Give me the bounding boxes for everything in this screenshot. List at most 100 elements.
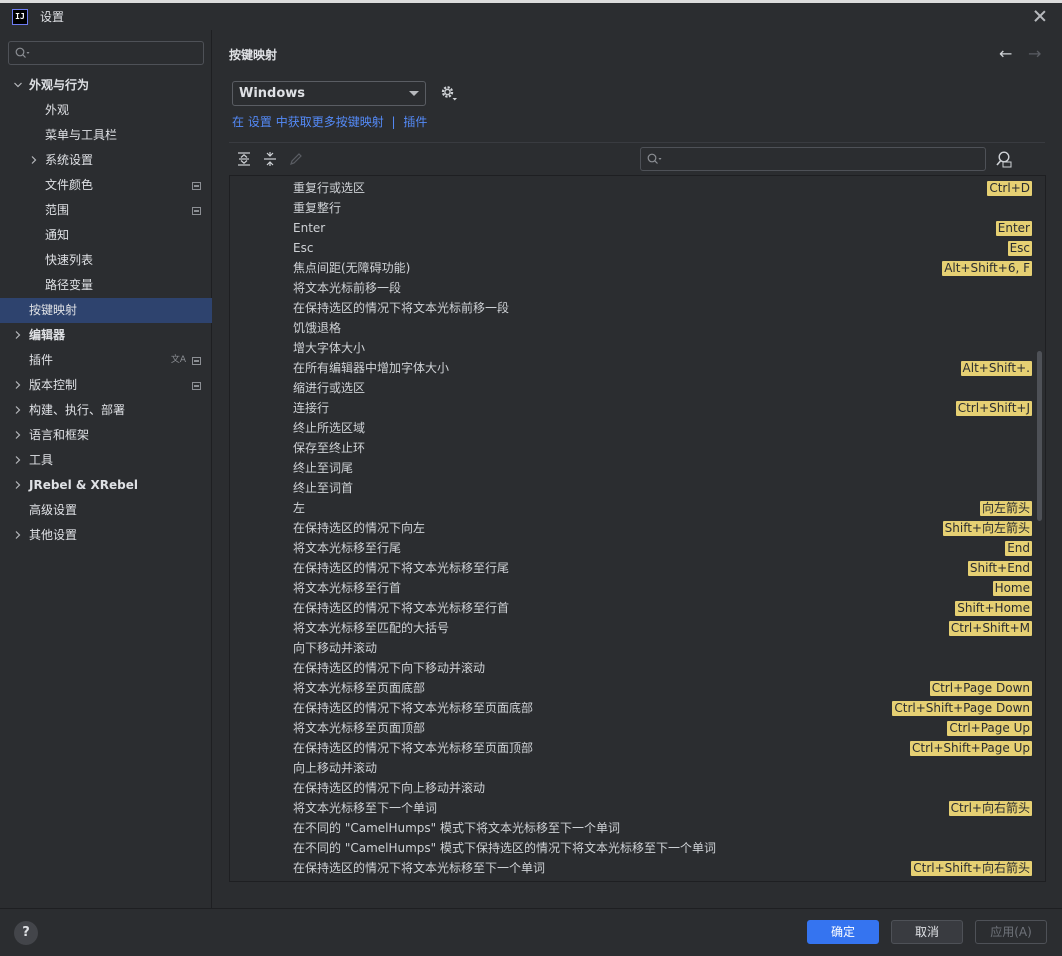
keymap-dropdown[interactable]: Windows [232,81,426,106]
expand-all-icon[interactable] [236,151,252,167]
collapse-all-icon[interactable] [262,151,278,167]
action-row[interactable]: 在保持选区的情况下向左 Shift+向左箭头 [230,518,1045,538]
sidebar-item[interactable]: 文件颜色 [0,173,212,198]
action-row[interactable]: Esc Esc [230,238,1045,258]
action-row[interactable]: 终止所选区域 [230,418,1045,438]
chevron-right-icon[interactable] [14,531,22,539]
gear-icon[interactable] [440,84,458,102]
sidebar-item[interactable]: 工具 [0,448,212,473]
action-row[interactable]: 重复行或选区 Ctrl+D [230,178,1045,198]
action-row[interactable]: 在所有编辑器中增加字体大小 Alt+Shift+. [230,358,1045,378]
chevron-right-icon[interactable] [30,156,38,164]
action-row[interactable]: 在保持选区的情况下向下移动并滚动 [230,658,1045,678]
chevron-right-icon[interactable] [14,406,22,414]
action-row[interactable]: 连接行 Ctrl+Shift+J [230,398,1045,418]
action-row[interactable]: 将文本光标移至行尾 End [230,538,1045,558]
action-row[interactable]: 增大字体大小 [230,338,1045,358]
apply-button[interactable]: 应用(A) [975,920,1047,944]
action-label: 在保持选区的情况下将文本光标移至页面底部 [293,701,534,715]
window-title: 设置 [40,10,65,24]
action-row[interactable]: Enter Enter [230,218,1045,238]
action-row[interactable]: 焦点间距(无障碍功能) Alt+Shift+6, F [230,258,1045,278]
action-row[interactable]: 将文本光标移至下一个单词 Ctrl+向右箭头 [230,798,1045,818]
action-label: 连接行 [293,401,330,415]
action-label: 终止至词首 [293,481,354,495]
sidebar-item-label: 路径变量 [45,278,94,292]
action-label: Enter [293,221,326,235]
sidebar-item-label: 工具 [29,453,54,467]
action-row[interactable]: 在保持选区的情况下将文本光标移至页面顶部 Ctrl+Shift+Page Up [230,738,1045,758]
sidebar-item[interactable]: 高级设置 [0,498,212,523]
sidebar-item-label: 菜单与工具栏 [45,128,118,142]
chevron-down-icon [409,91,419,96]
action-row[interactable]: 终止至词尾 [230,458,1045,478]
action-row[interactable]: 保存至终止环 [230,438,1045,458]
sidebar-item[interactable]: 插件 文A [0,348,212,373]
action-row[interactable]: 向上移动并滚动 [230,758,1045,778]
sidebar-item[interactable]: 外观与行为 [0,73,212,98]
action-row[interactable]: 在保持选区的情况下将文本光标移至页面底部 Ctrl+Shift+Page Down [230,698,1045,718]
chevron-down-icon[interactable] [14,81,22,89]
sidebar-item[interactable]: 语言和框架 [0,423,212,448]
shortcut-badge: Ctrl+Shift+Page Down [892,701,1032,716]
action-row[interactable]: 重复整行 [230,198,1045,218]
settings-link[interactable]: 设置 [248,115,272,129]
sidebar-item[interactable]: 构建、执行、部署 [0,398,212,423]
ok-button[interactable]: 确定 [807,920,879,944]
action-label: 将文本光标移至页面底部 [293,681,426,695]
link-middle[interactable]: 中获取更多按键映射 [276,115,384,129]
action-label: 焦点间距(无障碍功能) [293,261,411,275]
action-row[interactable]: 将文本光标移至匹配的大括号 Ctrl+Shift+M [230,618,1045,638]
shortcut-badge: Ctrl+Shift+M [948,621,1032,636]
action-row[interactable]: 向下移动并滚动 [230,638,1045,658]
sidebar-item[interactable]: 系统设置 [0,148,212,173]
forward-arrow-icon[interactable]: → [1028,44,1041,63]
sidebar-item[interactable]: 版本控制 [0,373,212,398]
sidebar-item[interactable]: 外观 [0,98,212,123]
action-row[interactable]: 将文本光标移至页面顶部 Ctrl+Page Up [230,718,1045,738]
sidebar-item[interactable]: 按键映射 [0,298,212,323]
action-row[interactable]: 左 向左箭头 [230,498,1045,518]
close-icon[interactable] [1032,8,1048,24]
sidebar-item[interactable]: 快速列表 [0,248,212,273]
keymap-filter-input[interactable] [640,147,986,171]
action-row[interactable]: 将文本光标移至行首 Home [230,578,1045,598]
edit-pencil-icon[interactable] [288,151,304,167]
action-label: 在保持选区的情况下将文本光标移至行首 [293,601,510,615]
sidebar-item[interactable]: JRebel & XRebel [0,473,212,498]
shortcut-badge: Shift+向左箭头 [942,521,1032,536]
link-prefix: 在 [232,115,245,129]
action-row[interactable]: 在不同的 "CamelHumps" 模式下保持选区的情况下将文本光标移至下一个单… [230,838,1045,858]
chevron-right-icon[interactable] [14,381,22,389]
sidebar-item[interactable]: 路径变量 [0,273,212,298]
find-by-shortcut-icon[interactable] [995,150,1013,168]
chevron-right-icon[interactable] [14,456,22,464]
chevron-right-icon[interactable] [14,431,22,439]
action-row[interactable]: 在保持选区的情况下向上移动并滚动 [230,778,1045,798]
action-row[interactable]: 终止至词首 [230,478,1045,498]
actions-list[interactable]: 重复行或选区 Ctrl+D 重复整行 Enter Enter Esc Esc 焦点间距(无障碍… [229,175,1046,882]
action-row[interactable]: 在保持选区的情况下将文本光标前移一段 [230,298,1045,318]
action-row[interactable]: 在不同的 "CamelHumps" 模式下将文本光标移至下一个单词 [230,818,1045,838]
help-button[interactable]: ? [14,921,38,945]
back-arrow-icon[interactable]: ← [999,44,1012,63]
plugins-link[interactable]: 插件 [403,115,427,129]
sidebar-item[interactable]: 菜单与工具栏 [0,123,212,148]
settings-search-input[interactable] [8,41,204,65]
action-row[interactable]: 饥饿退格 [230,318,1045,338]
cancel-button[interactable]: 取消 [891,920,963,944]
sidebar-item[interactable]: 通知 [0,223,212,248]
chevron-right-icon[interactable] [14,481,22,489]
action-label: 在所有编辑器中增加字体大小 [293,361,450,375]
action-row[interactable]: 将文本光标前移一段 [230,278,1045,298]
sidebar-item[interactable]: 其他设置 [0,523,212,548]
chevron-right-icon[interactable] [14,331,22,339]
action-row[interactable]: 在保持选区的情况下将文本光标移至下一个单词 Ctrl+Shift+向右箭头 [230,858,1045,878]
shortcut-badge: Shift+Home [955,601,1032,616]
sidebar-item[interactable]: 范围 [0,198,212,223]
action-row[interactable]: 在保持选区的情况下将文本光标移至行首 Shift+Home [230,598,1045,618]
action-row[interactable]: 缩进行或选区 [230,378,1045,398]
sidebar-item[interactable]: 编辑器 [0,323,212,348]
action-row[interactable]: 将文本光标移至页面底部 Ctrl+Page Down [230,678,1045,698]
action-row[interactable]: 在保持选区的情况下将文本光标移至行尾 Shift+End [230,558,1045,578]
